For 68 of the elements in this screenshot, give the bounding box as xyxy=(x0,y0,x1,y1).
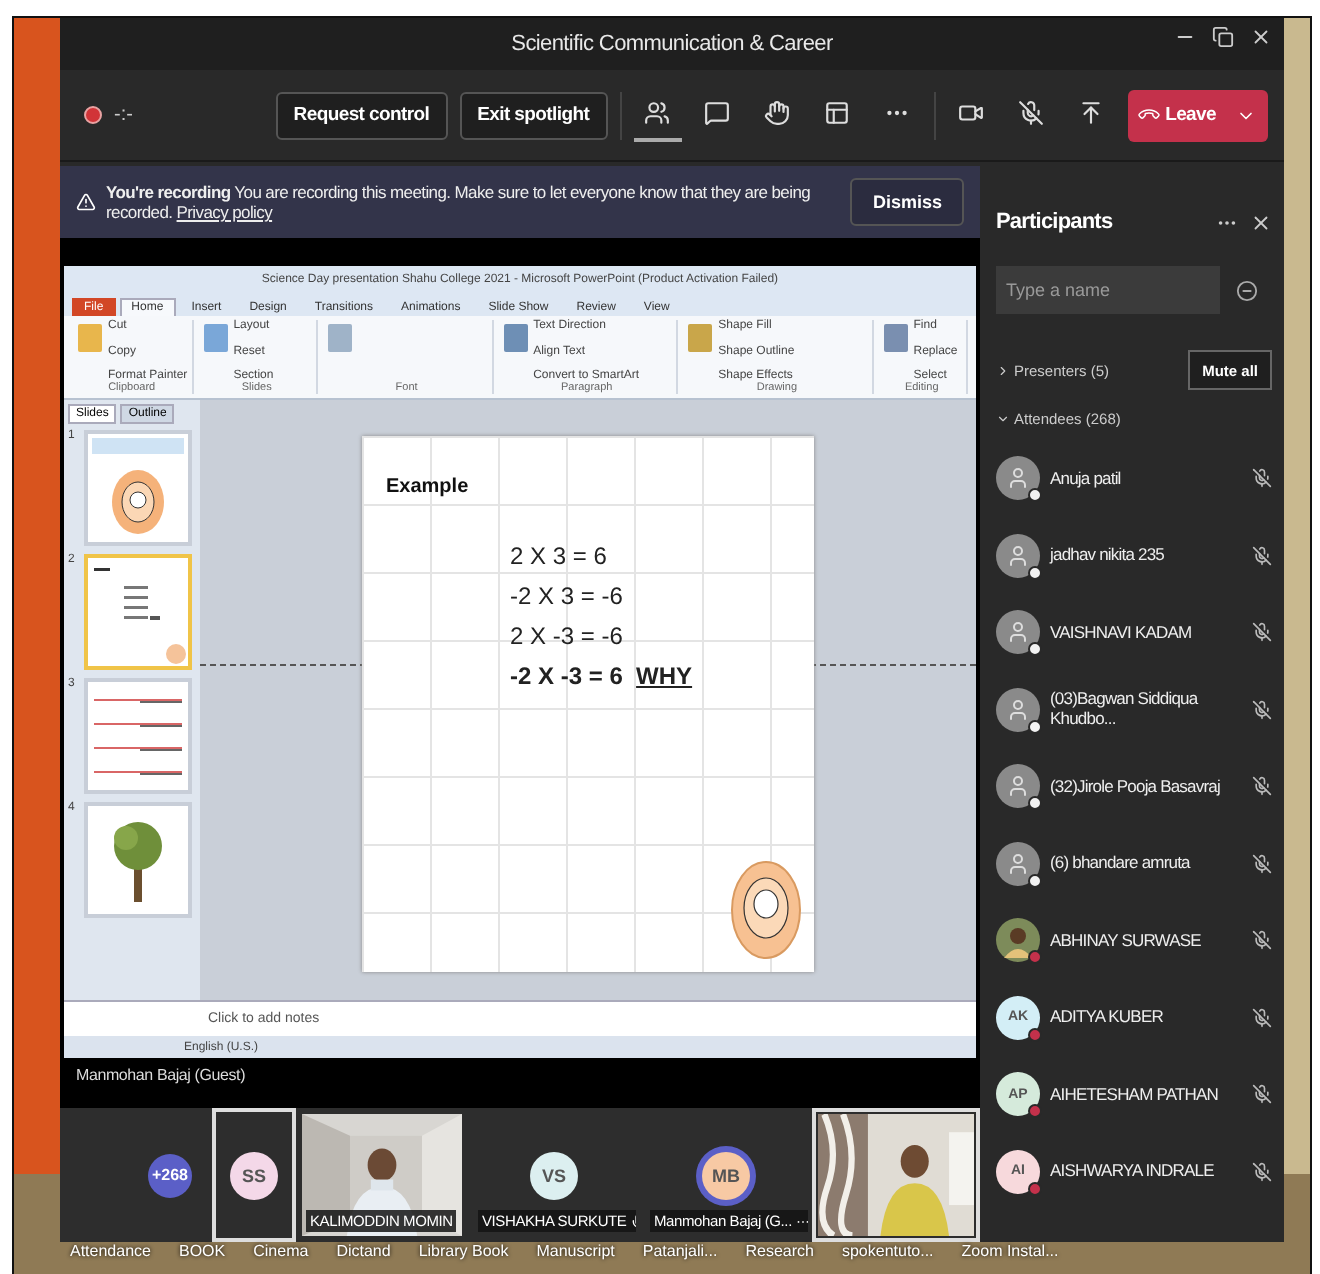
window-title: Scientific Communication & Career xyxy=(511,32,833,56)
desktop-icon-label[interactable]: Zoom Instal... xyxy=(961,1242,1059,1260)
desktop-icon-label[interactable]: Dictand xyxy=(336,1242,391,1260)
participant-name: (03)Bagwan Siddiqua Khudbo... xyxy=(1050,690,1201,729)
equation: 2 X -3 = -6 xyxy=(510,622,625,650)
restore-icon[interactable] xyxy=(1212,26,1234,48)
equation: -2 X -3 = 6 WHY xyxy=(510,662,695,690)
close-icon[interactable] xyxy=(1250,211,1272,233)
avatar-icon xyxy=(996,456,1040,501)
chevron-right-icon xyxy=(996,363,1010,377)
mic-off-icon xyxy=(1252,1007,1272,1028)
mic-off-icon xyxy=(1252,545,1272,566)
chevron-down-icon xyxy=(996,412,1010,426)
participant-name: VAISHNAVI KADAM xyxy=(1050,623,1194,642)
avatar-icon xyxy=(996,687,1040,732)
participant-name: Anuja patil xyxy=(1050,469,1123,488)
close-icon[interactable] xyxy=(1250,26,1272,48)
participant-name: ADITYA KUBER xyxy=(1050,1008,1165,1027)
slide-thumbnail[interactable] xyxy=(84,430,192,546)
toolbar-button[interactable]: Exit spotlight xyxy=(459,91,608,139)
desktop-icon-label[interactable]: spokentuto... xyxy=(841,1242,934,1260)
participant-name: AISHWARYA INDRALE xyxy=(1050,1162,1216,1181)
slide-thumbnail[interactable] xyxy=(84,554,192,670)
participant-name: jadhav nikita 235 xyxy=(1050,546,1166,565)
equation: -2 X 3 = -6 xyxy=(510,582,625,610)
mic-off-icon xyxy=(1252,699,1272,720)
circle-diagram xyxy=(730,860,802,960)
desktop-icon-label[interactable]: Library Book xyxy=(418,1242,509,1260)
desktop-icon-label[interactable]: Cinema xyxy=(253,1242,309,1260)
meeting-timer: -:- xyxy=(114,104,133,126)
mic-off-icon xyxy=(1252,1084,1272,1105)
privacy-link[interactable]: Privacy policy xyxy=(176,202,273,222)
desktop-icon-label[interactable]: Manuscript xyxy=(536,1242,615,1260)
participant-name: ABHINAY SURWASE xyxy=(1050,931,1203,950)
warning-icon xyxy=(76,192,96,212)
slide-title: Example xyxy=(386,476,471,498)
mic-off-icon xyxy=(1252,468,1272,489)
desktop-icon-label[interactable]: Patanjali... xyxy=(642,1242,718,1260)
avatar-icon xyxy=(996,533,1040,578)
participant-name: (32)Jirole Pooja Basavraj xyxy=(1050,777,1222,796)
avatar-icon xyxy=(996,610,1040,655)
circle-minus-icon[interactable] xyxy=(1236,279,1258,301)
avatar-initials: SS xyxy=(230,1151,278,1199)
panel-title: Participants xyxy=(996,210,1113,234)
toolbar-button[interactable]: Request control xyxy=(275,91,448,139)
participant-name: (6) bhandare amruta xyxy=(1050,854,1193,873)
avatar-icon xyxy=(996,841,1040,886)
leave-button[interactable]: Leave xyxy=(1127,89,1268,141)
avatar-icon xyxy=(996,764,1040,809)
mic-off-icon xyxy=(1252,930,1272,951)
mic-off-icon xyxy=(1252,853,1272,874)
recording-message: You're recording You are recording this meeting. Make sure to let everyone know that they are being recorded. Privacy policy xyxy=(106,181,813,223)
overflow-count[interactable]: +268 xyxy=(148,1153,192,1197)
search-field[interactable]: Type a name xyxy=(996,266,1220,314)
participant-name: AIHETESHAM PATHAN xyxy=(1050,1085,1221,1104)
desktop-icon-label[interactable]: Research xyxy=(745,1242,814,1260)
slide-thumbnail[interactable] xyxy=(84,678,192,794)
slide-thumbnail[interactable] xyxy=(84,802,192,918)
mic-off-icon xyxy=(1252,622,1272,643)
avatar-initials: MB xyxy=(702,1151,750,1199)
mic-off-icon xyxy=(1252,776,1272,797)
mic-off-icon xyxy=(1252,1161,1272,1182)
desktop-icon-label[interactable]: Attendance xyxy=(70,1242,151,1260)
dismiss-button[interactable]: Dismiss xyxy=(850,178,964,226)
desktop-icon-label[interactable]: BOOK xyxy=(178,1242,226,1260)
equation: 2 X 3 = 6 xyxy=(510,542,609,570)
presenter-name: Manmohan Bajaj (Guest) xyxy=(76,1066,248,1084)
avatar-initials: VS xyxy=(530,1151,578,1199)
